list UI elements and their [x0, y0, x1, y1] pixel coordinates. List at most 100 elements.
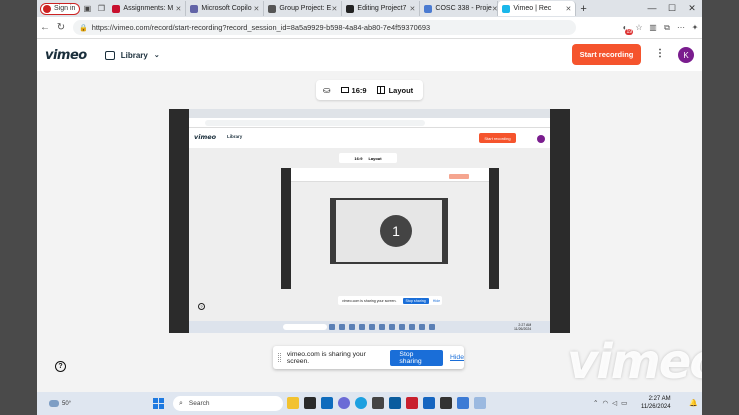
close-tab-icon[interactable]: ✕	[410, 5, 416, 13]
tab-label: Editing Project7	[357, 5, 407, 12]
preview-tab-strip	[189, 109, 550, 118]
terminal-icon[interactable]	[440, 397, 452, 409]
close-tab-icon[interactable]: ✕	[566, 5, 572, 13]
battery-icon[interactable]: ▭	[621, 399, 627, 407]
nested-start-recording	[449, 174, 469, 179]
layout-button[interactable]: Layout	[376, 85, 414, 95]
taskbar-search[interactable]: ⌕ Search	[173, 396, 283, 411]
weather-widget[interactable]: 50°	[49, 400, 71, 407]
browser-tab[interactable]: Editing Project7 ✕	[342, 1, 421, 16]
preview-library: Library	[227, 134, 243, 139]
edge-icon[interactable]	[355, 397, 367, 409]
app-icon-2[interactable]	[457, 397, 469, 409]
collections-icon[interactable]: ⧉	[660, 21, 674, 35]
start-recording-button[interactable]: Start recording	[572, 44, 641, 65]
drag-handle[interactable]	[278, 353, 281, 362]
browser-window: Sign in ▣ ❐ Assignments: M ✕ Microsoft Cop…	[37, 0, 702, 415]
tab-actions-icon[interactable]: ❐	[94, 2, 108, 16]
notification-bell-icon[interactable]: 🔔	[689, 399, 698, 407]
tab-favicon	[502, 4, 511, 13]
close-tab-icon[interactable]: ✕	[176, 5, 182, 13]
kebab-menu-icon[interactable]: ⋮	[655, 48, 665, 59]
tab-favicon	[190, 4, 199, 13]
favorites-icon[interactable]: ☆	[632, 21, 646, 35]
close-tab-icon[interactable]: ✕	[254, 5, 260, 13]
task-view-icon[interactable]	[304, 397, 316, 409]
split-screen-icon[interactable]: ▥	[646, 21, 660, 35]
copilot-app-icon[interactable]	[338, 397, 350, 409]
volume-icon[interactable]: ◁	[612, 399, 617, 407]
tab-favicon	[112, 4, 121, 13]
nested-preview: 1	[281, 168, 499, 289]
hide-link[interactable]: Hide	[450, 354, 464, 361]
browser-tab[interactable]: COSC 338 - Proje ✕	[420, 1, 499, 16]
layout-icon	[376, 86, 385, 94]
share-message: vimeo.com is sharing your screen.	[286, 350, 366, 365]
browser-tab[interactable]: Assignments: M ✕	[108, 1, 187, 16]
preview-share-bar: vimeo.com is sharing your screen. Stop s…	[338, 296, 442, 305]
vimeo-logo[interactable]: vimeo	[45, 48, 87, 63]
system-tray: ⌃ ◠ ◁ ▭	[593, 399, 627, 407]
browser-tab[interactable]: Group Project: E ✕	[264, 1, 343, 16]
close-window-icon[interactable]: ✕	[682, 3, 702, 14]
file-explorer-icon[interactable]	[287, 397, 299, 409]
preview-address-row	[189, 118, 550, 128]
close-tab-icon[interactable]: ✕	[332, 5, 338, 13]
address-row: ← ↻ 🔒 https://vimeo.com/record/start-rec…	[37, 17, 702, 39]
preview-hide: Hide	[432, 298, 441, 303]
new-tab-button[interactable]: +	[580, 3, 586, 15]
browser-tab[interactable]: Vimeo | Rec ✕	[498, 1, 577, 16]
close-tab-icon[interactable]: ✕	[492, 5, 498, 13]
preview-help-icon: ?	[198, 303, 205, 310]
tab-label: Vimeo | Rec	[513, 5, 552, 12]
preview-clock: 2:27 AM 11/26/2024	[514, 323, 532, 331]
screen-share-bar: vimeo.com is sharing your screen. Stop s…	[273, 346, 464, 369]
preview-search	[283, 324, 327, 330]
windows-start-icon[interactable]	[153, 398, 164, 409]
minimize-icon[interactable]: —	[642, 3, 662, 14]
screen-preview: vimeo Library Start recording 16:9 Layou…	[169, 109, 570, 333]
avatar[interactable]: K	[678, 47, 694, 63]
nested-preview-inner: 1	[330, 198, 448, 264]
tab-favicon	[424, 4, 433, 13]
preview-header: vimeo Library Start recording	[189, 128, 550, 148]
nested-preview-header	[291, 168, 489, 182]
help-icon[interactable]: ?	[55, 361, 66, 372]
paint-bucket-icon[interactable]: ⛀	[323, 85, 331, 96]
copilot-icon[interactable]: ✦	[688, 21, 702, 35]
mcafee-icon[interactable]	[406, 397, 418, 409]
aspect-ratio-button[interactable]: 16:9	[340, 86, 367, 95]
mail-icon[interactable]	[423, 397, 435, 409]
address-bar[interactable]: 🔒 https://vimeo.com/record/start-recordi…	[73, 20, 576, 35]
library-dropdown[interactable]: Library ⌄	[104, 50, 160, 60]
nested-preview-inner-content: 1	[336, 200, 442, 262]
chevron-up-icon[interactable]: ⌃	[593, 399, 598, 407]
record-toolbar: ⛀ 16:9 Layout	[316, 80, 423, 100]
profile-icon	[43, 4, 51, 13]
maximize-icon[interactable]: ☐	[662, 3, 682, 14]
taskbar-clock[interactable]: 2:27 AM 11/26/2024	[641, 395, 671, 411]
tab-label: Microsoft Copilo	[201, 5, 252, 12]
vimeo-header: vimeo Library ⌄ Start recording ⋮ K	[37, 39, 702, 71]
signin-button[interactable]: Sign in	[40, 2, 81, 15]
wifi-icon[interactable]: ◠	[602, 399, 608, 407]
signin-label: Sign in	[54, 5, 76, 12]
store-icon[interactable]	[372, 397, 384, 409]
browser-tab[interactable]: Microsoft Copilo ✕	[186, 1, 265, 16]
preview-url	[205, 120, 425, 126]
taskbar-app-icons	[287, 397, 486, 409]
back-icon[interactable]: ←	[37, 22, 53, 33]
app-icon-1[interactable]	[389, 397, 401, 409]
layout-label: Layout	[388, 85, 414, 95]
refresh-icon[interactable]: ↻	[53, 22, 69, 33]
more-icon[interactable]: ⋯	[674, 21, 688, 35]
search-icon: ⌕	[179, 399, 183, 407]
extension-icon[interactable]: ◐ 19	[618, 21, 633, 35]
active-app-icon[interactable]	[474, 397, 486, 409]
weather-icon	[49, 400, 59, 407]
clock-time: 2:27 AM	[648, 396, 671, 402]
preview-stop-sharing: Stop sharing	[402, 297, 429, 304]
workspaces-icon[interactable]: ▣	[80, 2, 94, 16]
outlook-icon[interactable]	[321, 397, 333, 409]
stop-sharing-button[interactable]: Stop sharing	[390, 349, 444, 366]
